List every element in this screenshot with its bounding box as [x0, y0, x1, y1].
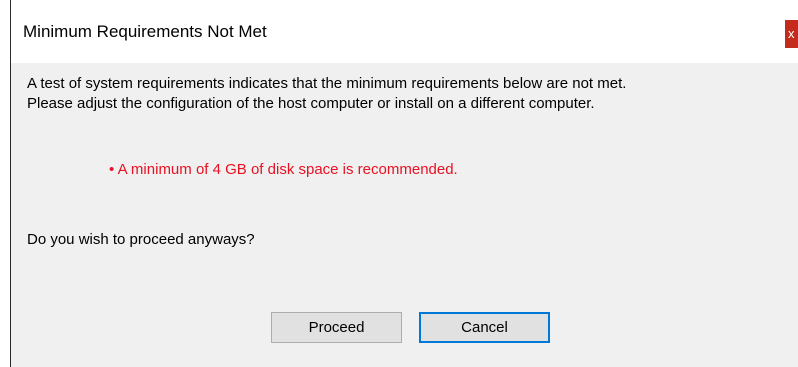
- unmet-requirement-item: • A minimum of 4 GB of disk space is rec…: [109, 161, 458, 178]
- title-bar[interactable]: Minimum Requirements Not Met x: [11, 0, 798, 63]
- message-line-1: A test of system requirements indicates …: [27, 75, 627, 92]
- requirements-message: A test of system requirements indicates …: [27, 74, 626, 114]
- requirements-dialog: Minimum Requirements Not Met x A test of…: [10, 0, 798, 367]
- dialog-body: A test of system requirements indicates …: [11, 63, 798, 367]
- proceed-button[interactable]: Proceed: [271, 312, 402, 343]
- message-line-2: Please adjust the configuration of the h…: [27, 95, 595, 112]
- dialog-title: Minimum Requirements Not Met: [23, 22, 267, 41]
- proceed-question: Do you wish to proceed anyways?: [27, 231, 255, 248]
- cancel-button[interactable]: Cancel: [419, 312, 550, 343]
- close-button[interactable]: x: [785, 20, 798, 48]
